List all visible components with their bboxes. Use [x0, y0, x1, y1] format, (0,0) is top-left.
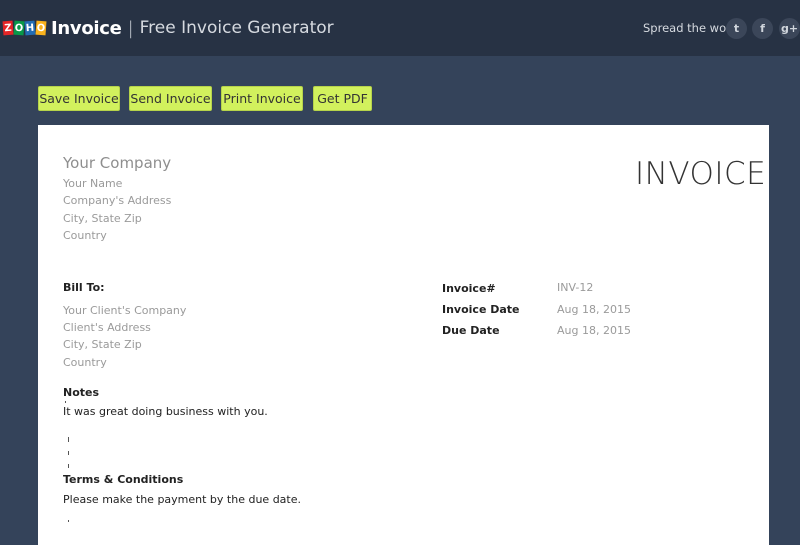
zoho-invoice-logo[interactable]: Z O H O Invoice | Free Invoice Generator	[2, 17, 334, 39]
terms-field[interactable]: Please make the payment by the due date.	[63, 493, 301, 506]
spread-the-word-label: Spread the word	[643, 21, 738, 35]
client-country-field[interactable]: Country	[63, 356, 107, 369]
logo-letter-h: H	[24, 20, 36, 36]
bill-to-label: Bill To:	[63, 281, 105, 294]
resize-mark	[68, 520, 69, 522]
resize-mark	[68, 437, 69, 442]
top-bar: Z O H O Invoice | Free Invoice Generator…	[0, 0, 800, 56]
logo-letter-o: O	[13, 20, 25, 36]
invoice-number-field[interactable]: INV-12	[557, 281, 593, 294]
invoice-number-label: Invoice#	[442, 282, 496, 295]
your-name-field[interactable]: Your Name	[63, 177, 122, 190]
facebook-icon: f	[760, 22, 765, 35]
print-invoice-button[interactable]: Print Invoice	[221, 86, 303, 111]
twitter-icon: t	[733, 22, 740, 35]
client-city-field[interactable]: City, State Zip	[63, 338, 142, 351]
company-city-field[interactable]: City, State Zip	[63, 212, 142, 225]
get-pdf-button[interactable]: Get PDF	[313, 86, 372, 111]
invoice-date-field[interactable]: Aug 18, 2015	[557, 303, 631, 316]
invoice-document: Your Company Your Name Company's Address…	[38, 125, 769, 545]
send-invoice-button[interactable]: Send Invoice	[129, 86, 212, 111]
client-address-field[interactable]: Client's Address	[63, 321, 151, 334]
google-plus-share-button[interactable]: g+	[779, 18, 800, 39]
invoice-title[interactable]: INVOICE	[635, 156, 766, 192]
twitter-share-button[interactable]: t	[726, 18, 747, 39]
logo-letter-o: O	[35, 20, 47, 36]
company-country-field[interactable]: Country	[63, 229, 107, 242]
save-invoice-button[interactable]: Save Invoice	[38, 86, 120, 111]
text-cursor-mark	[65, 401, 66, 403]
resize-mark	[68, 464, 69, 468]
facebook-share-button[interactable]: f	[752, 18, 773, 39]
google-plus-icon: g+	[780, 22, 799, 35]
resize-mark	[68, 451, 69, 455]
due-date-field[interactable]: Aug 18, 2015	[557, 324, 631, 337]
brand-name: Invoice	[51, 17, 122, 39]
client-company-field[interactable]: Your Client's Company	[63, 304, 186, 317]
company-name-field[interactable]: Your Company	[63, 154, 171, 172]
title-separator: |	[127, 17, 134, 39]
notes-label: Notes	[63, 386, 100, 399]
terms-label: Terms & Conditions	[63, 473, 184, 486]
company-address-field[interactable]: Company's Address	[63, 194, 171, 207]
logo-letter-z: Z	[2, 20, 14, 36]
invoice-date-label: Invoice Date	[442, 303, 520, 316]
notes-field[interactable]: It was great doing business with you.	[63, 405, 268, 418]
zoho-logo-icon: Z O H O	[2, 20, 47, 36]
due-date-label: Due Date	[442, 324, 500, 337]
page-title: Free Invoice Generator	[139, 18, 334, 38]
